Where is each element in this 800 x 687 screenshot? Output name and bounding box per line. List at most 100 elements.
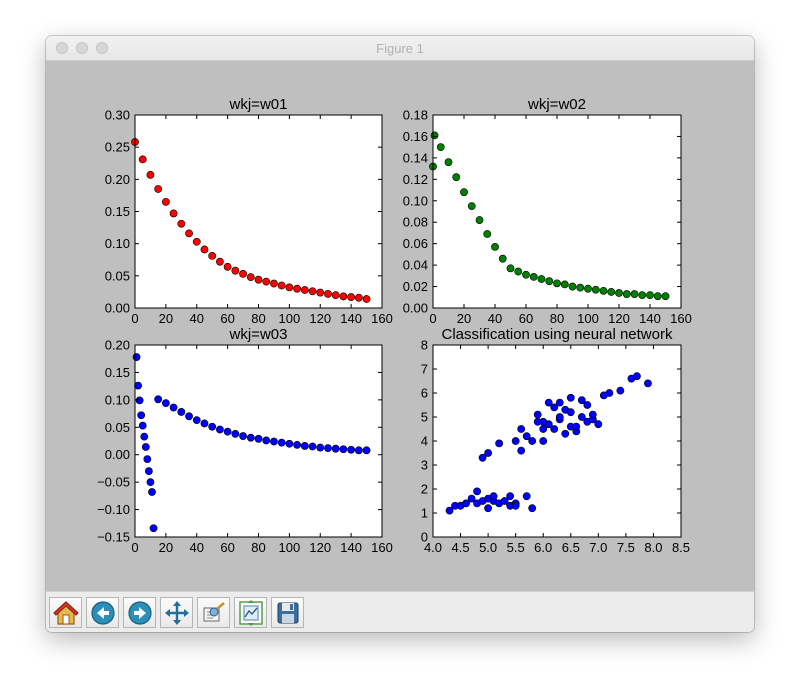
- x-tick-label: 5.5: [507, 540, 525, 555]
- data-point: [192, 237, 201, 246]
- x-tick-label: 80: [251, 540, 265, 555]
- data-point: [154, 185, 163, 193]
- x-tick-label: 80: [251, 311, 265, 326]
- data-point: [146, 478, 155, 487]
- data-point: [354, 293, 363, 302]
- data-point: [262, 277, 271, 286]
- data-point: [616, 386, 625, 395]
- subplot-title: wkj=w01: [229, 96, 288, 113]
- x-tick-label: 40: [190, 311, 204, 326]
- x-tick-label: 100: [279, 311, 301, 326]
- x-tick-label: 80: [550, 311, 564, 326]
- data-point: [607, 288, 616, 296]
- y-tick-label: −0.05: [97, 475, 130, 490]
- data-point: [522, 492, 531, 501]
- data-point: [475, 216, 484, 224]
- data-point: [169, 209, 178, 218]
- data-point: [177, 219, 186, 228]
- plot-background: [433, 345, 681, 537]
- data-point: [483, 230, 492, 238]
- data-point: [354, 446, 363, 455]
- data-point: [572, 422, 581, 431]
- y-tick-label: 6: [421, 386, 428, 401]
- pan-button[interactable]: [160, 597, 193, 628]
- data-point: [467, 202, 476, 211]
- y-tick-label: 0.08: [403, 215, 428, 230]
- x-tick-label: 60: [519, 311, 533, 326]
- y-tick-label: 0.25: [105, 140, 130, 155]
- data-point: [138, 421, 147, 430]
- data-point: [331, 291, 340, 300]
- y-tick-label: 0.05: [105, 420, 130, 435]
- x-tick-label: 7.5: [617, 540, 635, 555]
- data-point: [584, 284, 592, 293]
- data-point: [308, 287, 317, 296]
- data-point: [316, 288, 325, 297]
- data-point: [615, 289, 623, 297]
- zoom-button[interactable]: [197, 597, 230, 628]
- x-tick-label: 40: [488, 311, 502, 326]
- x-tick-label: 140: [340, 540, 362, 555]
- data-point: [545, 277, 554, 286]
- data-point: [293, 440, 301, 449]
- figure-window: Figure 1 0 20 40 60 80 100 120 140 160 0.00 0.05 0.…: [46, 36, 754, 632]
- configure-subplots-button[interactable]: [234, 597, 267, 628]
- data-point: [300, 286, 309, 294]
- data-point: [148, 488, 156, 496]
- data-point: [594, 420, 603, 429]
- data-point: [324, 289, 332, 298]
- data-point: [553, 279, 561, 288]
- data-point: [591, 285, 600, 294]
- x-tick-label: 140: [639, 311, 661, 326]
- data-point: [254, 434, 263, 443]
- data-point: [444, 158, 453, 167]
- data-point: [460, 188, 468, 197]
- forward-button[interactable]: [123, 597, 156, 628]
- data-point: [436, 143, 445, 152]
- data-point: [339, 445, 348, 454]
- y-tick-label: 1: [421, 506, 428, 521]
- subplot-3: 0 20 40 60 80 100 120 140 160 −0.15 −0.10 −0.05 0.00…: [97, 326, 393, 555]
- data-point: [262, 436, 271, 445]
- data-point: [200, 419, 209, 428]
- x-tick-label: 0: [131, 311, 138, 326]
- data-point: [646, 291, 654, 300]
- x-tick-label: 120: [608, 311, 630, 326]
- data-point: [599, 391, 608, 400]
- save-button[interactable]: [271, 597, 304, 628]
- figure-canvas[interactable]: 0 20 40 60 80 100 120 140 160 0.00 0.05 0.10 0.15 0.2…: [46, 61, 754, 591]
- data-point: [347, 293, 356, 301]
- data-point: [246, 433, 255, 442]
- data-point: [246, 273, 255, 282]
- data-point: [293, 284, 301, 293]
- data-point: [254, 275, 263, 284]
- data-point: [484, 449, 493, 457]
- x-tick-label: 160: [371, 311, 393, 326]
- x-tick-label: 20: [159, 540, 173, 555]
- y-tick-label: 0.10: [403, 193, 428, 208]
- data-point: [223, 427, 232, 436]
- data-point: [622, 290, 631, 298]
- data-point: [506, 264, 515, 273]
- data-point: [566, 393, 575, 402]
- y-tick-label: 0.00: [105, 447, 130, 462]
- home-button[interactable]: [49, 597, 82, 628]
- data-point: [347, 445, 356, 454]
- y-tick-label: 8: [421, 338, 428, 353]
- data-point: [638, 291, 647, 300]
- title-bar: Figure 1: [46, 36, 754, 61]
- x-tick-label: 160: [371, 540, 393, 555]
- y-tick-label: 0.06: [403, 236, 428, 251]
- back-button[interactable]: [86, 597, 119, 628]
- x-tick-label: 100: [279, 540, 301, 555]
- data-point: [169, 403, 178, 412]
- data-point: [231, 429, 240, 438]
- y-tick-label: 0.10: [105, 392, 130, 407]
- data-point: [529, 273, 538, 281]
- data-point: [223, 262, 232, 271]
- data-point: [568, 282, 577, 291]
- data-point: [588, 410, 597, 419]
- x-tick-label: 160: [670, 311, 692, 326]
- y-tick-label: 0: [421, 530, 428, 545]
- window-title: Figure 1: [376, 41, 424, 56]
